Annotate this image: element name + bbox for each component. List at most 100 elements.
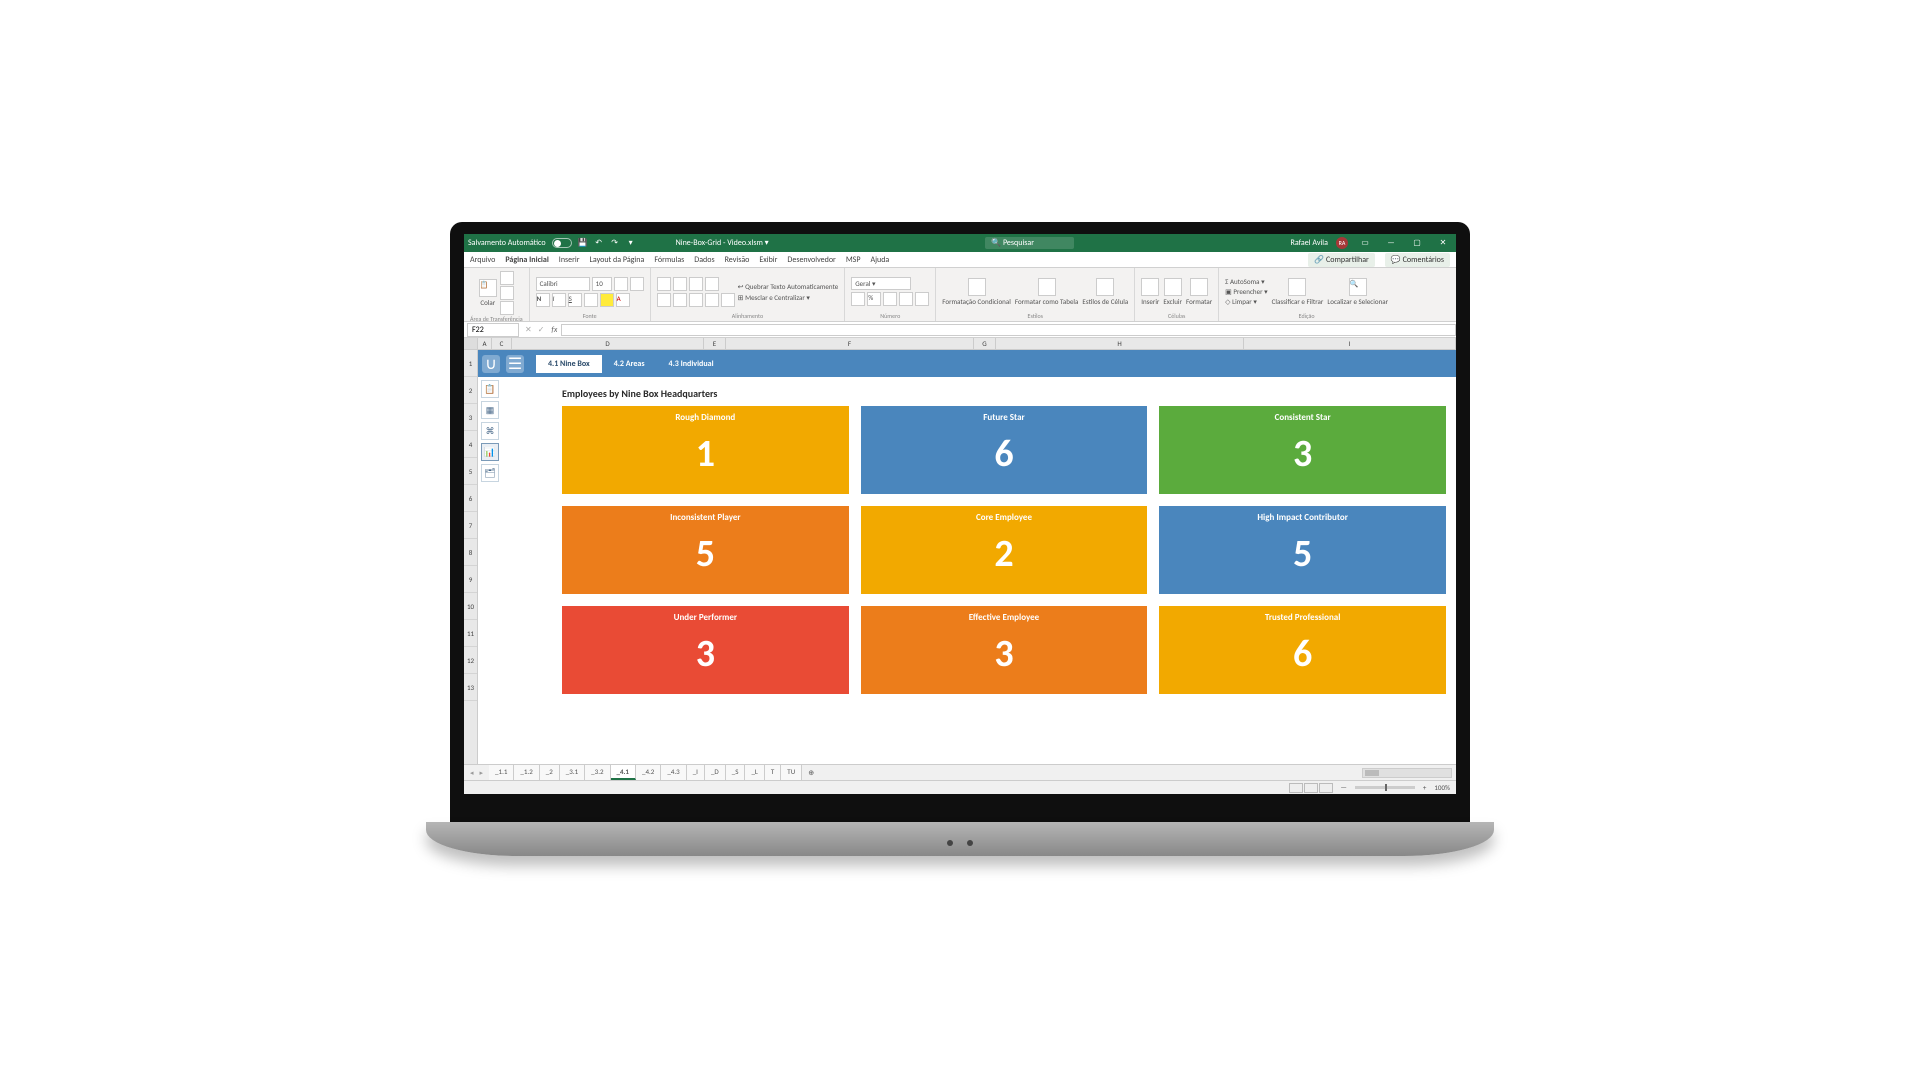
inc-decimal-icon[interactable]	[899, 292, 913, 306]
row-header[interactable]: 1	[464, 350, 477, 377]
maximize-button[interactable]: ▢	[1408, 238, 1426, 248]
worksheet-content[interactable]: ∪ ☰ 4.1 Nine Box 4.2 Areas 4.3 Individua…	[478, 350, 1456, 764]
menu-icon[interactable]: ☰	[506, 355, 524, 373]
ribbon-display-icon[interactable]: ▭	[1356, 238, 1374, 248]
logo-icon[interactable]: ∪	[482, 355, 500, 373]
dash-tab-ninebox[interactable]: 4.1 Nine Box	[536, 355, 602, 373]
dec-decimal-icon[interactable]	[915, 292, 929, 306]
menu-desenvolvedor[interactable]: Desenvolvedor	[787, 255, 835, 265]
enter-formula-icon[interactable]: ✓	[535, 325, 548, 335]
fx-button[interactable]: fx	[547, 325, 561, 335]
select-all-corner[interactable]	[464, 338, 478, 349]
user-avatar[interactable]: RA	[1336, 237, 1348, 249]
share-button[interactable]: 🔗 Compartilhar	[1308, 253, 1375, 267]
find-select-button[interactable]: 🔍Localizar e Selecionar	[1327, 278, 1388, 306]
sheet-tab[interactable]: _3.2	[585, 765, 610, 780]
percent-icon[interactable]: %	[867, 292, 881, 306]
search-box[interactable]: 🔍 Pesquisar	[985, 237, 1074, 249]
ninebox-cell[interactable]: Inconsistent Player5	[562, 506, 849, 594]
zoom-in-button[interactable]: +	[1423, 783, 1427, 792]
menu-layout[interactable]: Layout da Página	[590, 255, 645, 265]
dash-tab-areas[interactable]: 4.2 Areas	[602, 355, 657, 373]
cell-styles-button[interactable]: Estilos de Célula	[1082, 278, 1128, 306]
border-button[interactable]	[584, 293, 598, 307]
zoom-out-button[interactable]: —	[1341, 783, 1347, 792]
side-report-icon[interactable]: 🗂	[481, 464, 499, 482]
qat-dropdown-icon[interactable]: ▾	[626, 238, 636, 248]
merge-center-button[interactable]: ⊞ Mesclar e Centralizar ▾	[738, 293, 839, 302]
sheet-tab[interactable]: _I	[687, 765, 705, 780]
user-name[interactable]: Rafael Avila	[1291, 238, 1328, 248]
save-icon[interactable]: 💾	[578, 238, 588, 248]
indent-inc-icon[interactable]	[721, 293, 735, 307]
bold-button[interactable]: N	[536, 293, 550, 307]
autosum-button[interactable]: Σ AutoSoma ▾	[1225, 277, 1267, 286]
align-top-icon[interactable]	[657, 277, 671, 291]
sheet-tab[interactable]: _1.1	[489, 765, 514, 780]
sheet-nav-first-icon[interactable]: ◂	[468, 768, 476, 777]
row-header[interactable]: 7	[464, 512, 477, 539]
orientation-icon[interactable]	[705, 277, 719, 291]
page-layout-view-icon[interactable]	[1304, 783, 1318, 793]
menu-revisao[interactable]: Revisão	[725, 255, 750, 265]
ninebox-cell[interactable]: Core Employee2	[861, 506, 1148, 594]
page-break-view-icon[interactable]	[1319, 783, 1333, 793]
normal-view-icon[interactable]	[1289, 783, 1303, 793]
dash-tab-individual[interactable]: 4.3 Individual	[657, 355, 726, 373]
underline-button[interactable]: S	[568, 293, 582, 307]
row-header[interactable]: 9	[464, 566, 477, 593]
insert-cells-button[interactable]: Inserir	[1141, 278, 1159, 306]
menu-ajuda[interactable]: Ajuda	[870, 255, 889, 265]
col-header-f[interactable]: F	[726, 338, 974, 349]
font-name-select[interactable]: Calibri	[536, 277, 590, 291]
side-chart-icon[interactable]: 📊	[481, 443, 499, 461]
side-list-icon[interactable]: 📋	[481, 380, 499, 398]
filename[interactable]: Nine-Box-Grid - Video.xlsm ▾	[676, 238, 769, 248]
row-header[interactable]: 11	[464, 620, 477, 647]
format-as-table-button[interactable]: Formatar como Tabela	[1015, 278, 1079, 306]
menu-msp[interactable]: MSP	[846, 255, 861, 265]
col-header-e[interactable]: E	[704, 338, 726, 349]
sheet-tab[interactable]: _4.2	[636, 765, 661, 780]
clear-button[interactable]: ◇ Limpar ▾	[1225, 297, 1267, 306]
align-bottom-icon[interactable]	[689, 277, 703, 291]
align-center-icon[interactable]	[673, 293, 687, 307]
italic-button[interactable]: I	[552, 293, 566, 307]
font-size-select[interactable]: 10	[592, 277, 612, 291]
row-header[interactable]: 2	[464, 377, 477, 404]
zoom-level[interactable]: 100%	[1434, 783, 1450, 792]
fill-color-button[interactable]	[600, 293, 614, 307]
indent-dec-icon[interactable]	[705, 293, 719, 307]
align-middle-icon[interactable]	[673, 277, 687, 291]
ninebox-cell[interactable]: Consistent Star3	[1159, 406, 1446, 494]
sheet-tab[interactable]: _3.1	[560, 765, 585, 780]
row-header[interactable]: 10	[464, 593, 477, 620]
row-header[interactable]: 3	[464, 404, 477, 431]
col-header-i[interactable]: I	[1244, 338, 1456, 349]
col-header-a[interactable]: A	[478, 338, 492, 349]
sheet-nav-last-icon[interactable]: ▸	[478, 768, 486, 777]
formula-input[interactable]	[561, 324, 1456, 336]
sheet-tab[interactable]: _S	[726, 765, 746, 780]
row-header[interactable]: 8	[464, 539, 477, 566]
sheet-tab[interactable]: _L	[745, 765, 764, 780]
comments-button[interactable]: 💬 Comentários	[1385, 253, 1450, 267]
sheet-tab[interactable]: _4.1	[611, 765, 636, 780]
col-header-d[interactable]: D	[512, 338, 704, 349]
close-button[interactable]: ✕	[1434, 238, 1452, 248]
sheet-tab[interactable]: _D	[705, 765, 726, 780]
align-left-icon[interactable]	[657, 293, 671, 307]
ninebox-cell[interactable]: High Impact Contributor5	[1159, 506, 1446, 594]
menu-dados[interactable]: Dados	[694, 255, 714, 265]
menu-arquivo[interactable]: Arquivo	[470, 255, 495, 265]
menu-exibir[interactable]: Exibir	[759, 255, 777, 265]
side-tree-icon[interactable]: ⌘	[481, 422, 499, 440]
ninebox-cell[interactable]: Effective Employee3	[861, 606, 1148, 694]
font-color-button[interactable]: A	[616, 293, 630, 307]
ninebox-cell[interactable]: Trusted Professional6	[1159, 606, 1446, 694]
conditional-format-button[interactable]: Formatação Condicional	[942, 278, 1011, 306]
undo-icon[interactable]: ↶	[594, 238, 604, 248]
sheet-tab[interactable]: _4.3	[661, 765, 686, 780]
minimize-button[interactable]: —	[1382, 238, 1400, 248]
currency-icon[interactable]	[851, 292, 865, 306]
